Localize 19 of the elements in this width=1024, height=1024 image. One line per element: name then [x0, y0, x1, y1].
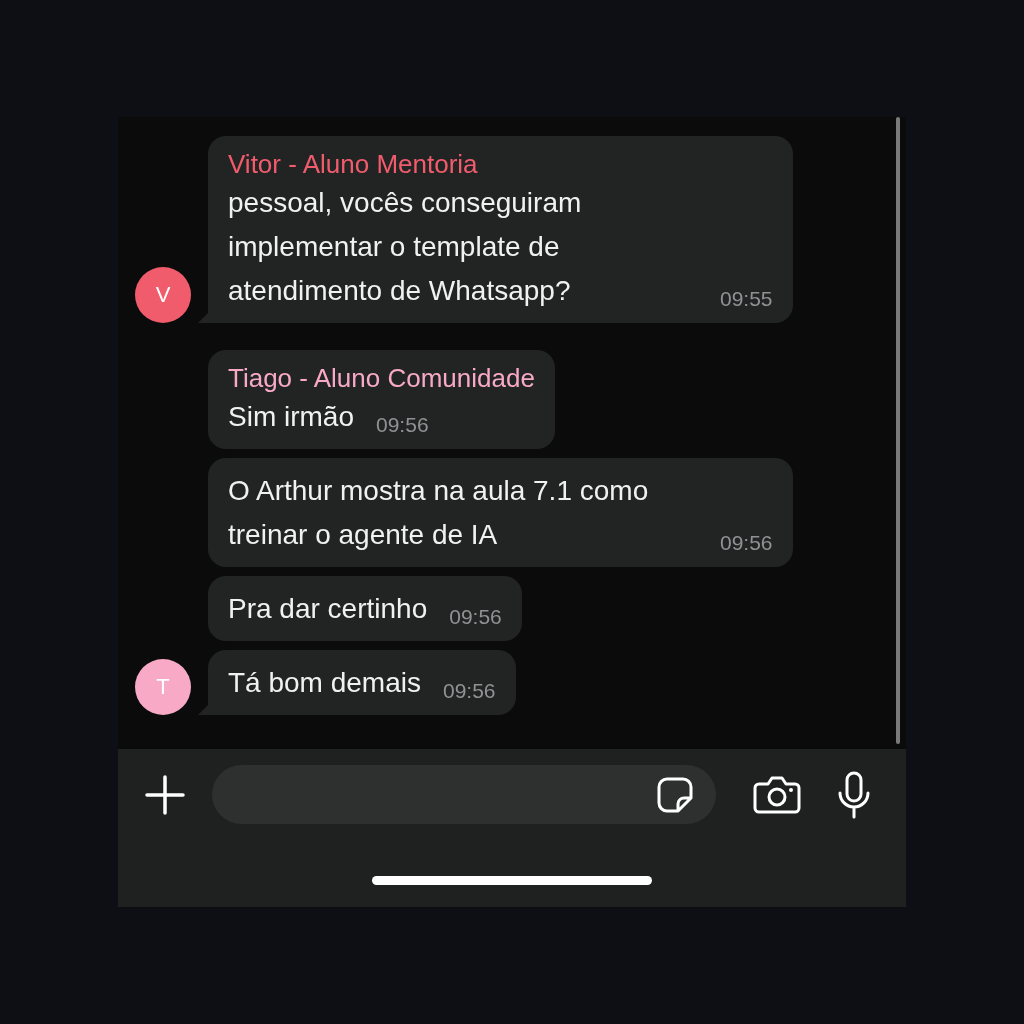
scrollbar[interactable] — [896, 117, 900, 744]
message-text: Pra dar certinho — [228, 592, 428, 626]
sticker-icon[interactable] — [656, 775, 694, 814]
message-time: 09:55 — [720, 287, 773, 312]
message-time: 09:56 — [720, 531, 773, 556]
message-text: O Arthur mostra na aula 7.1 como treinar o agente de IA — [228, 474, 650, 552]
plus-icon[interactable] — [144, 773, 186, 816]
message-text: pessoal, vocês conseguiram implementar o template de atendimento de Whatsapp? — [228, 186, 583, 308]
message-time: 09:56 — [442, 679, 496, 704]
sender-name: Tiago - Aluno Comunidade — [228, 362, 535, 395]
sender-name: Vitor - Aluno Mentoria — [228, 148, 479, 181]
message-time: 09:56 — [449, 605, 502, 630]
message-text: Sim irmão — [228, 400, 354, 434]
avatar[interactable]: V — [135, 267, 191, 323]
microphone-icon[interactable] — [836, 770, 872, 819]
camera-icon[interactable] — [753, 774, 801, 815]
avatar[interactable]: T — [135, 659, 191, 715]
message-text: Tá bom demais — [228, 666, 421, 700]
message-time: 09:56 — [376, 413, 429, 438]
